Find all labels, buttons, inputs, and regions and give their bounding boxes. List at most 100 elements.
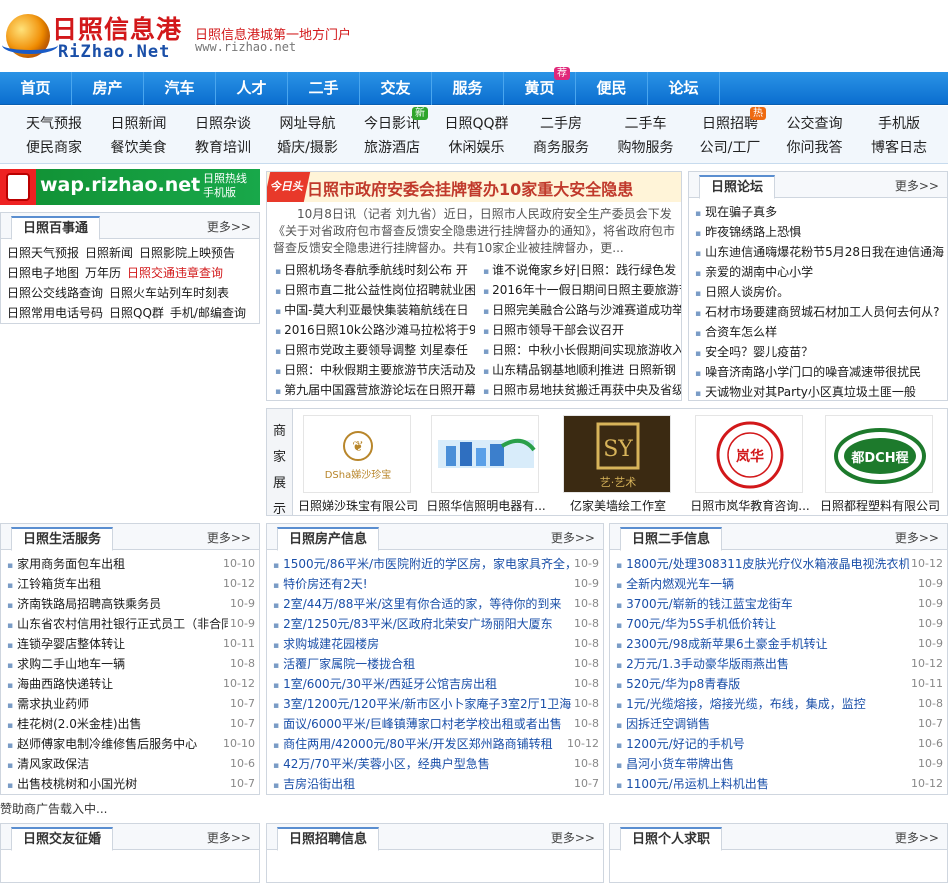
list-item[interactable]: 1元/光缆熔接，熔接光缆，布线，集成，监控 10-8 [616,694,947,714]
list-item[interactable]: 石材市场要建商贸城石材加工人员何去何从? [695,302,947,322]
baishi-link[interactable]: 日照公交线路查询 [7,286,103,300]
list-item[interactable]: 全新内燃观光车一辆 10-9 [616,574,947,594]
list-item[interactable]: 1800元/处理308311皮肤光疗仪水箱液晶电视洗衣机微10-12 [616,554,947,574]
subnav-item[interactable]: 餐饮美食 [97,137,181,159]
list-item[interactable]: 家用商务面包车出租 10-10 [7,554,259,574]
news-link[interactable]: 日照市领导干部会议召开 [483,320,681,342]
site-logo[interactable]: 日照信息港 RiZhao.Net [2,8,186,64]
list-item[interactable]: 出售枝桃树和小国光树 10-7 [7,774,259,794]
nav-item-7[interactable]: 黄页荐 [504,67,576,105]
wap-banner[interactable]: wap.rizhao.net 日照热线 手机版 [0,169,260,205]
baishi-link[interactable]: 日照常用电话号码 [7,306,103,320]
list-item[interactable]: 1200元/好记的手机号 10-6 [616,734,947,754]
news-link[interactable]: 日照：中秋假期主要旅游节庆活动及 [275,360,475,382]
subnav-item[interactable]: 网址导航 [266,113,350,135]
subnav-item[interactable]: 日照招聘热 [688,107,772,135]
list-item[interactable]: 吉房沿街出租 10-7 [273,774,603,794]
nav-item-9[interactable]: 论坛 [648,72,720,105]
list-item[interactable]: 42万/70平米/芙蓉小区，经典户型急售 10-8 [273,754,603,774]
more-link[interactable]: 更多>> [551,529,595,546]
subnav-item[interactable]: 今日影讯新 [350,107,434,135]
more-link[interactable]: 更多>> [895,529,939,546]
list-item[interactable]: 赵师傅家电制冷维修售后服务中心 10-10 [7,734,259,754]
subnav-item[interactable]: 博客日志 [857,137,941,159]
list-item[interactable]: 昨夜锦绣路上恐惧 [695,222,947,242]
list-item[interactable]: 海曲西路快递转让 10-12 [7,674,259,694]
news-link[interactable]: 2016年十一假日期间日照主要旅游节 [483,280,681,302]
subnav-item[interactable]: 日照杂谈 [181,113,265,135]
baishi-link[interactable]: 日照新闻 [85,246,133,260]
list-item[interactable]: 2300元/98成新苹果6土豪金手机转让 10-9 [616,634,947,654]
more-link[interactable]: 更多>> [551,829,595,846]
nav-item-2[interactable]: 汽车 [144,72,216,105]
list-item[interactable]: 3室/1200元/120平米/新市区小卜家庵子3室2厅1卫海景10-8 [273,694,603,714]
news-link[interactable]: 日照完美融合公路与沙滩赛道成功举 [483,300,681,322]
news-link[interactable]: 第九届中国露营旅游论坛在日照开幕 [275,380,475,400]
list-item[interactable]: 日照人谈房价。 [695,282,947,302]
headline-title[interactable]: 日照市政府安委会挂牌督办10家重大安全隐患 [307,176,633,200]
baishi-link[interactable]: 日照影院上映预告 [139,246,235,260]
list-item[interactable]: 活覆厂家属院一楼拢合租 10-8 [273,654,603,674]
list-item[interactable]: 现在骗子真多 [695,202,947,222]
subnav-item[interactable]: 日照QQ群 [435,113,519,135]
subnav-item[interactable]: 公司/工厂 [688,137,772,159]
list-item[interactable]: 1室/600元/30平米/西延牙公馆吉房出租 10-8 [273,674,603,694]
news-link[interactable]: 日照：中秋小长假期间实现旅游收入 [483,340,681,362]
news-link[interactable]: 谁不说俺家乡好|日照：践行绿色发 [483,260,681,282]
list-item[interactable]: 山东省农村信用社银行正式员工（非合同10-9 [7,614,259,634]
list-item[interactable]: 2室/1250元/83平米/区政府北荣安广场丽阳大厦东 10-8 [273,614,603,634]
subnav-item[interactable]: 二手房 [519,113,603,135]
showcase-item[interactable]: 日照华信照明电器有... [425,415,546,513]
list-item[interactable]: 求购城建花园楼房 10-8 [273,634,603,654]
nav-item-8[interactable]: 便民 [576,72,648,105]
baishi-link[interactable]: 手机/邮编查询 [170,306,246,320]
list-item[interactable]: 2万元/1.3手动豪华版雨燕出售 10-12 [616,654,947,674]
subnav-item[interactable]: 手机版 [857,113,941,135]
news-link[interactable]: 日照市直二批公益性岗位招聘就业困 [275,280,475,302]
subnav-item[interactable]: 休闲娱乐 [435,137,519,159]
baishi-link[interactable]: 日照火车站列车时刻表 [109,286,229,300]
list-item[interactable]: 3700元/崭新的钱江蓝宝龙街车 10-9 [616,594,947,614]
subnav-item[interactable]: 购物服务 [604,137,688,159]
baishi-link[interactable]: 日照天气预报 [7,246,79,260]
list-item[interactable]: 连锁孕婴店整体转让 10-11 [7,634,259,654]
subnav-item[interactable]: 婚庆/摄影 [266,137,350,159]
nav-item-0[interactable]: 首页 [0,72,72,105]
news-link[interactable]: 日照机场冬春航季航线时刻公布 开 [275,260,475,282]
showcase-item[interactable]: ❦ DSha娣沙珍宝 日照娣沙珠宝有限公司 [297,415,418,513]
baishi-link[interactable]: 日照交通违章查询 [127,266,223,280]
more-link[interactable]: 更多>> [207,529,251,546]
list-item[interactable]: 噪音济南路小学门口的噪音减速带很扰民 [695,362,947,382]
list-item[interactable]: 亲爱的湖南中心小学 [695,262,947,282]
showcase-item[interactable]: SY 艺·艺术 亿家美墙绘工作室 [557,415,675,513]
nav-item-5[interactable]: 交友 [360,72,432,105]
baishi-link[interactable]: 日照QQ群 [109,306,164,320]
list-item[interactable]: 1100元/吊运机上料机出售 10-12 [616,774,947,794]
list-item[interactable]: 安全吗？婴儿疫苗？ [695,342,947,362]
showcase-item[interactable]: 都DCH程 日照都程塑料有限公司 [819,415,940,513]
list-item[interactable]: 需求执业药师 10-7 [7,694,259,714]
subnav-item[interactable]: 旅游酒店 [350,137,434,159]
subnav-item[interactable]: 二手车 [604,113,688,135]
list-item[interactable]: 桂花树(2.0米金桂)出售 10-7 [7,714,259,734]
list-item[interactable]: 求购二手山地车一辆 10-8 [7,654,259,674]
nav-item-3[interactable]: 人才 [216,72,288,105]
news-link[interactable]: 2016日照10k公路沙滩马拉松将于9月 [275,320,475,342]
list-item[interactable]: 面议/6000平米/巨峰镇薄家口村老学校出租或者出售 10-8 [273,714,603,734]
list-item[interactable]: 2室/44万/88平米/这里有你合适的家，等待你的到来 10-8 [273,594,603,614]
list-item[interactable]: 清风家政保洁 10-6 [7,754,259,774]
baishi-link[interactable]: 日照电子地图 [7,266,79,280]
nav-item-1[interactable]: 房产 [72,72,144,105]
list-item[interactable]: 1500元/86平米/市医院附近的学区房，家电家具齐全，10-9 [273,554,603,574]
subnav-item[interactable]: 公交查询 [773,113,857,135]
subnav-item[interactable]: 便民商家 [12,137,96,159]
subnav-item[interactable]: 天气预报 [12,113,96,135]
list-item[interactable]: 特价房还有2天! 10-9 [273,574,603,594]
subnav-item[interactable]: 日照新闻 [97,113,181,135]
nav-item-4[interactable]: 二手 [288,72,360,105]
list-item[interactable]: 昌河小货车带牌出售 10-9 [616,754,947,774]
more-link[interactable]: 更多>> [207,829,251,846]
list-item[interactable]: 江铃箱货车出租 10-12 [7,574,259,594]
list-item[interactable]: 合资车怎么样 [695,322,947,342]
list-item[interactable]: 700元/华为5S手机低价转让 10-9 [616,614,947,634]
